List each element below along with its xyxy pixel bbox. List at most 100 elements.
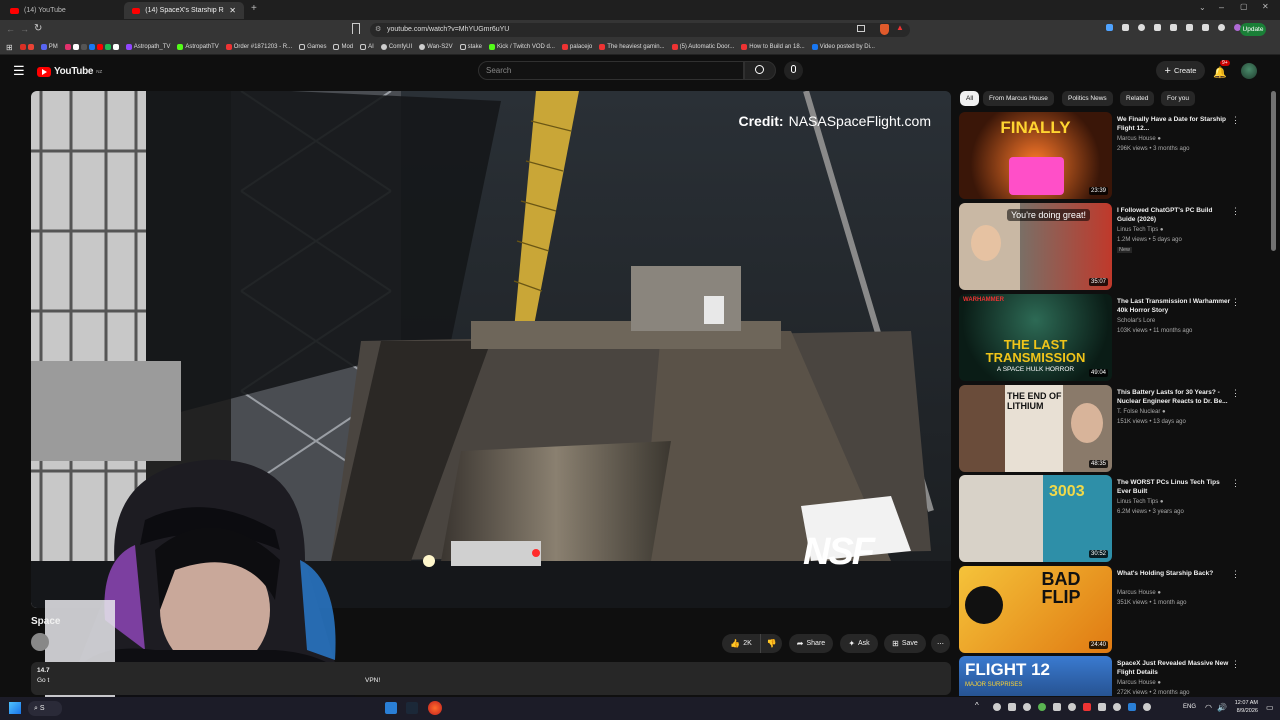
more-vertical-icon[interactable]: ⋮ bbox=[1231, 388, 1240, 399]
tray-icon[interactable] bbox=[1143, 703, 1151, 711]
taskbar-search[interactable]: ⌕ S bbox=[28, 701, 62, 716]
recommendation-title[interactable]: This Battery Lasts for 30 Years? - Nucle… bbox=[1117, 388, 1232, 406]
bookmark-page-icon[interactable] bbox=[352, 23, 360, 34]
tray-icon[interactable] bbox=[1008, 703, 1016, 711]
wifi-icon[interactable]: ◠ bbox=[1205, 703, 1212, 712]
tray-icon[interactable] bbox=[1128, 703, 1136, 711]
more-vertical-icon[interactable]: ⋮ bbox=[1231, 569, 1240, 580]
brave-browser-icon[interactable] bbox=[428, 701, 442, 715]
bookmark-mod[interactable]: Mod bbox=[333, 44, 353, 50]
ask-button[interactable]: ✦ Ask bbox=[840, 634, 878, 653]
extension-icon[interactable] bbox=[1122, 24, 1129, 31]
recommendation-item[interactable]: WARHAMMER THE LAST TRANSMISSION A SPACE … bbox=[959, 294, 1269, 382]
maximize-icon[interactable]: ▢ bbox=[1240, 2, 1248, 11]
bookmark-comfyui[interactable]: ComfyUI bbox=[380, 44, 412, 50]
bookmark-wan-s2v[interactable]: Wan-S2V bbox=[419, 44, 453, 50]
update-button[interactable]: Update bbox=[1240, 23, 1266, 36]
recommendation-channel[interactable]: Linus Tech Tips ● bbox=[1117, 499, 1164, 505]
recommendation-title[interactable]: SpaceX Just Revealed Massive New Flight … bbox=[1117, 659, 1232, 677]
bookmark-how-to-build[interactable]: How to Build an 18... bbox=[741, 44, 805, 50]
menu-icon[interactable]: ☰ bbox=[13, 63, 25, 79]
close-tab-icon[interactable]: ✕ bbox=[229, 6, 236, 15]
tray-icon[interactable] bbox=[993, 703, 1001, 711]
extension-icon[interactable] bbox=[1170, 24, 1177, 31]
bookmark-automatic-door[interactable]: (5) Automatic Door... bbox=[671, 44, 734, 50]
video-thumbnail[interactable]: FINALLY 23:39 bbox=[959, 112, 1112, 199]
video-thumbnail[interactable]: THE END OF LITHIUM 48:35 bbox=[959, 385, 1112, 472]
more-vertical-icon[interactable]: ⋮ bbox=[1231, 659, 1240, 670]
volume-icon[interactable]: 🔊 bbox=[1217, 703, 1227, 712]
rewards-icon[interactable]: ▲ bbox=[896, 23, 904, 32]
account-avatar[interactable] bbox=[1241, 63, 1257, 79]
recommendation-title[interactable]: The WORST PCs Linus Tech Tips Ever Built bbox=[1117, 478, 1232, 496]
bookmark-astropath-tv[interactable]: Astropath_TV bbox=[125, 44, 170, 50]
tray-icon[interactable] bbox=[1038, 703, 1046, 711]
apps-grid-icon[interactable]: ⊞ bbox=[6, 43, 13, 52]
forward-icon[interactable]: → bbox=[20, 24, 29, 34]
page-scrollbar-thumb[interactable] bbox=[1271, 91, 1276, 251]
video-thumbnail[interactable]: FLIGHT 12 MAJOR SURPRISES bbox=[959, 656, 1112, 696]
video-thumbnail[interactable]: You're doing great! 35:07 bbox=[959, 203, 1112, 290]
tray-icon[interactable] bbox=[1098, 703, 1106, 711]
save-button[interactable]: ⊞ Save bbox=[884, 634, 926, 653]
bookmark-icon-tile[interactable] bbox=[19, 44, 34, 50]
dislike-button[interactable]: 👎 bbox=[760, 634, 782, 653]
extension-icon[interactable] bbox=[1202, 24, 1209, 31]
url-field[interactable]: ⚙ youtube.com/watch?v=MhYUGmr6uYU bbox=[370, 23, 910, 37]
tray-expand-icon[interactable]: ^ bbox=[975, 701, 979, 710]
more-vertical-icon[interactable]: ⋮ bbox=[1231, 115, 1240, 126]
youtube-logo[interactable]: YouTube NZ bbox=[37, 66, 102, 77]
reload-icon[interactable]: ↻ bbox=[34, 23, 42, 34]
tab-search-icon[interactable]: ⌄ bbox=[1199, 3, 1206, 12]
cast-icon[interactable] bbox=[857, 25, 865, 32]
clock[interactable]: 12:07 AM 8/9/2026 bbox=[1230, 699, 1258, 715]
recommendation-item[interactable]: BAD FLIP 24:40 What's Holding Starship B… bbox=[959, 566, 1269, 654]
tab-starship-video[interactable]: (14) SpaceX's Starship Recov... ✕ bbox=[124, 2, 244, 19]
extension-icon[interactable] bbox=[1186, 24, 1193, 31]
brave-shield-icon[interactable] bbox=[880, 24, 889, 35]
video-thumbnail[interactable]: BAD FLIP 24:40 bbox=[959, 566, 1112, 653]
new-tab-icon[interactable]: + bbox=[251, 3, 257, 14]
recommendation-channel[interactable]: Scholar's Lore bbox=[1117, 318, 1155, 324]
bookmark-games[interactable]: Games bbox=[299, 44, 326, 50]
close-window-icon[interactable]: ✕ bbox=[1262, 2, 1269, 11]
tray-icon[interactable] bbox=[1068, 703, 1076, 711]
search-button[interactable] bbox=[744, 61, 776, 80]
chip-for-you[interactable]: For you bbox=[1161, 91, 1196, 106]
recommendation-channel[interactable]: Marcus House ● bbox=[1117, 136, 1161, 142]
video-thumbnail[interactable]: WARHAMMER THE LAST TRANSMISSION A SPACE … bbox=[959, 294, 1112, 381]
bookmark-palacejo[interactable]: palacejo bbox=[561, 44, 592, 50]
notifications-button[interactable]: 🔔 9+ bbox=[1213, 60, 1230, 81]
minimize-icon[interactable]: – bbox=[1219, 2, 1224, 12]
bookmark-ai[interactable]: AI bbox=[360, 44, 374, 50]
voice-search-button[interactable] bbox=[784, 61, 803, 80]
extension-icon[interactable] bbox=[1106, 24, 1113, 31]
windows-start-icon[interactable] bbox=[9, 702, 21, 714]
chip-politics-news[interactable]: Politics News bbox=[1062, 91, 1113, 106]
recommendation-title[interactable]: We Finally Have a Date for Starship Flig… bbox=[1117, 115, 1232, 133]
recommendation-item[interactable]: FLIGHT 12 MAJOR SURPRISES SpaceX Just Re… bbox=[959, 656, 1269, 696]
back-icon[interactable]: ← bbox=[6, 24, 15, 34]
bookmark-pm[interactable]: PM bbox=[40, 44, 58, 50]
description-box[interactable]: 14.7 Go t VPN! bbox=[31, 662, 951, 695]
tray-icon[interactable] bbox=[1113, 703, 1121, 711]
like-button[interactable]: 👍 2K bbox=[722, 634, 760, 653]
taskbar-app-icon[interactable] bbox=[385, 702, 397, 714]
bookmark-kick-vod[interactable]: Kick / Twitch VOD d... bbox=[488, 44, 555, 50]
share-button[interactable]: ➦ Share bbox=[789, 634, 833, 653]
bookmark-order[interactable]: Order #1871203 - R... bbox=[225, 44, 292, 50]
more-actions-button[interactable]: ⋯ bbox=[931, 634, 950, 653]
recommendation-channel[interactable]: T. Folse Nuclear ● bbox=[1117, 409, 1166, 415]
search-input[interactable]: Search bbox=[478, 61, 744, 80]
extension-icon[interactable] bbox=[1138, 24, 1145, 31]
bookmark-video-posted[interactable]: Video posted by Di... bbox=[811, 44, 875, 50]
recommendation-channel[interactable]: Marcus House ● bbox=[1117, 680, 1161, 686]
tab-youtube[interactable]: (14) YouTube bbox=[2, 2, 122, 19]
site-info-icon[interactable]: ⚙ bbox=[375, 23, 381, 37]
bookmark-astropathtv[interactable]: AstropathTV bbox=[177, 44, 219, 50]
recommendation-channel[interactable]: Marcus House ● bbox=[1117, 590, 1161, 596]
create-button[interactable]: + Create bbox=[1156, 61, 1205, 80]
steam-icon[interactable] bbox=[406, 702, 418, 714]
recommendation-item[interactable]: You're doing great! 35:07 I Followed Cha… bbox=[959, 203, 1269, 291]
chip-related[interactable]: Related bbox=[1120, 91, 1155, 106]
